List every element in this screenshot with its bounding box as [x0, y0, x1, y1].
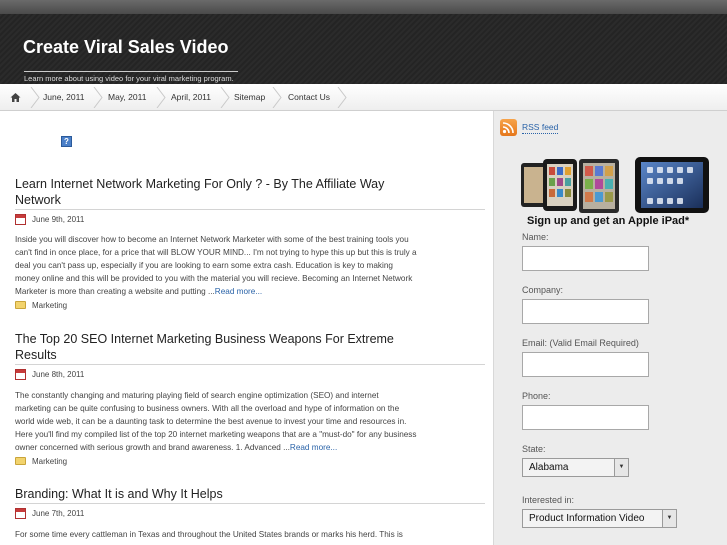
excerpt-line: Inside you will discover how to become a…: [15, 235, 409, 244]
nav-separator: [156, 87, 166, 108]
rss-feed-link[interactable]: RSS feed: [522, 122, 559, 134]
nav-separator: [337, 87, 347, 108]
post-category-link[interactable]: Marketing: [32, 456, 67, 467]
nav-item-april-2011[interactable]: April, 2011: [171, 84, 211, 111]
post-title-line[interactable]: Network: [15, 192, 485, 208]
excerpt-line: marketing can be quite confusing to busi…: [15, 404, 400, 413]
nav-separator: [30, 87, 40, 108]
company-label: Company:: [522, 285, 564, 295]
sidebar: RSS feed Sign up and get an Apple iPad* …: [493, 111, 727, 545]
calendar-icon: [15, 508, 26, 519]
rss-icon[interactable]: [500, 119, 517, 136]
excerpt-text: owner concerned with serious growth and …: [15, 443, 290, 452]
chevron-down-icon[interactable]: ▼: [614, 459, 628, 476]
state-select[interactable]: Alabama ▼: [522, 458, 629, 477]
excerpt-line: world wide web, it can be a daunting tas…: [15, 417, 407, 426]
state-label: State:: [522, 444, 546, 454]
post-excerpt: For some time every cattleman in Texas a…: [15, 528, 481, 541]
email-field[interactable]: [522, 352, 649, 377]
home-icon[interactable]: [10, 92, 21, 103]
nav-separator: [272, 87, 282, 108]
excerpt-line: can't find in once place, for a price th…: [15, 248, 417, 257]
email-label: Email: (Valid Email Required): [522, 338, 639, 348]
interest-select[interactable]: Product Information Video ▼: [522, 509, 677, 528]
phone-field[interactable]: [522, 405, 649, 430]
nav-item-june-2011[interactable]: June, 2011: [43, 84, 84, 111]
post-title-line[interactable]: The Top 20 SEO Internet Marketing Busine…: [15, 331, 485, 347]
nav-item-may-2011[interactable]: May, 2011: [108, 84, 146, 111]
site-header: Create Viral Sales Video Learn more abou…: [0, 14, 727, 84]
post-title[interactable]: Learn Internet Network Marketing For Onl…: [15, 176, 485, 210]
nav-separator: [220, 87, 230, 108]
post-title[interactable]: Branding: What It is and Why It Helps: [15, 486, 485, 504]
folder-icon: [15, 301, 26, 309]
rss-glyph: [502, 122, 514, 134]
excerpt-line: Marketer is more than creating a website…: [15, 285, 481, 298]
company-field[interactable]: [522, 299, 649, 324]
site-description: Learn more about using video for your vi…: [24, 71, 238, 83]
top-strip: [0, 0, 727, 14]
broken-image-icon: ?: [61, 136, 72, 147]
post-excerpt: The constantly changing and maturing pla…: [15, 389, 481, 454]
site-title[interactable]: Create Viral Sales Video: [23, 37, 228, 58]
nav-item-contact-us[interactable]: Contact Us: [288, 84, 330, 111]
post-title-line[interactable]: Learn Internet Network Marketing For Onl…: [15, 176, 485, 192]
post-category-link[interactable]: Marketing: [32, 300, 67, 311]
banner-caption[interactable]: Sign up and get an Apple iPad*: [527, 215, 689, 227]
calendar-icon: [15, 369, 26, 380]
excerpt-line: money online and this will be provided t…: [15, 274, 413, 283]
chevron-down-icon[interactable]: ▼: [662, 510, 676, 527]
name-field[interactable]: [522, 246, 649, 271]
main-nav: June, 2011 May, 2011 April, 2011 Sitemap…: [0, 84, 727, 111]
post-date: June 9th, 2011: [32, 215, 85, 224]
excerpt-line: owner concerned with serious growth and …: [15, 441, 481, 454]
interest-select-value: Product Information Video: [529, 513, 645, 524]
state-select-value: Alabama: [529, 462, 569, 473]
post-title-line[interactable]: Results: [15, 347, 485, 363]
interest-label: Interested in:: [522, 495, 575, 505]
post-date: June 8th, 2011: [32, 370, 85, 379]
excerpt-line: For some time every cattleman in Texas a…: [15, 530, 403, 539]
name-label: Name:: [522, 232, 549, 242]
post-title-line[interactable]: Branding: What It is and Why It Helps: [15, 486, 485, 502]
post-excerpt: Inside you will discover how to become a…: [15, 233, 481, 298]
excerpt-line: Here you'll find my compiled list of the…: [15, 430, 417, 439]
nav-item-sitemap[interactable]: Sitemap: [234, 84, 265, 111]
phone-label: Phone:: [522, 391, 551, 401]
nav-separator: [93, 87, 103, 108]
read-more-link[interactable]: Read more...: [215, 287, 262, 296]
post-date: June 7th, 2011: [32, 509, 85, 518]
excerpt-line: The constantly changing and maturing pla…: [15, 391, 379, 400]
excerpt-text: Marketer is more than creating a website…: [15, 287, 215, 296]
read-more-link[interactable]: Read more...: [290, 443, 337, 452]
folder-icon: [15, 457, 26, 465]
post-title[interactable]: The Top 20 SEO Internet Marketing Busine…: [15, 331, 485, 365]
excerpt-line: deal you can't pass up, especially if yo…: [15, 261, 393, 270]
calendar-icon: [15, 214, 26, 225]
